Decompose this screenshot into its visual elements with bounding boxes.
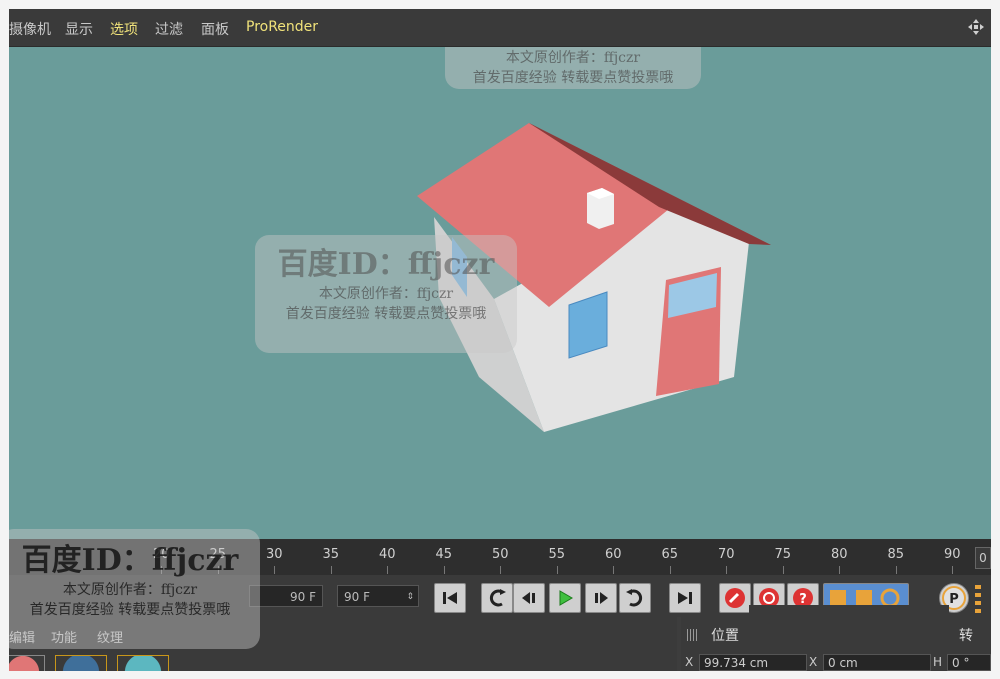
watermark-notice: 首发百度经验 转载要点赞投票哦 (285, 306, 487, 322)
timeline-tick-label: 90 (944, 547, 961, 562)
timeline-tick (500, 566, 501, 574)
timeline-tick-label: 80 (831, 547, 848, 562)
watermark-top: 本文原创作者：ffjczr 首发百度经验 转载要点赞投票哦 (445, 47, 701, 89)
menu-display[interactable]: 显示 (65, 19, 93, 39)
material-swatch[interactable] (55, 655, 107, 671)
watermark-notice: 首发百度经验 转载要点赞投票哦 (472, 70, 674, 86)
timeline-tick (330, 566, 332, 574)
timeline-tick (274, 566, 275, 574)
watermark-notice: 首发百度经验 转载要点赞投票哦 (29, 602, 231, 618)
timeline-tick-label: 55 (548, 547, 566, 562)
menu-panel[interactable]: 面板 (201, 19, 229, 39)
h-label: H (933, 655, 943, 669)
go-to-start-icon (443, 592, 457, 604)
menu-options[interactable]: 选项 (110, 19, 138, 39)
obscured-region (749, 605, 949, 645)
watermark-author: 本文原创作者：ffjczr (62, 582, 198, 598)
loop-back-icon (489, 589, 506, 607)
max-frame-value: 90 F (344, 590, 370, 604)
watermark-id: 百度ID：ffjczr (277, 247, 495, 282)
timeline-tick (782, 566, 784, 574)
menu-filter[interactable]: 过滤 (155, 19, 183, 39)
timeline-tick-label: 40 (379, 547, 396, 562)
timeline-tick-label: 60 (605, 547, 622, 562)
record-keys-button[interactable] (719, 583, 751, 613)
size-x-field[interactable]: 0 cm (823, 654, 931, 671)
timeline-tick (726, 566, 727, 574)
watermark-id: 百度ID：ffjczr (21, 543, 239, 578)
key-icon (725, 588, 745, 608)
go-to-end-button[interactable] (669, 583, 701, 613)
next-key-button[interactable] (619, 583, 651, 613)
svg-text:P: P (949, 592, 959, 607)
x-label: X (685, 655, 694, 669)
loop-forward-icon (626, 589, 643, 607)
cinema4d-window: 摄像机 显示 选项 过滤 面板 ProRender 百度ID：ffjczr 本文… (9, 9, 991, 671)
timeline-tick (556, 566, 558, 574)
rotation-h-field[interactable]: 0 ° (947, 654, 991, 671)
timeline-tick-label: 70 (718, 547, 735, 562)
stepper-icon[interactable]: ⇕ (406, 586, 414, 608)
position-x-field[interactable]: 99.734 cm (699, 654, 807, 671)
step-back-icon (522, 592, 535, 604)
watermark-author: 本文原创作者：ffjczr (505, 50, 641, 66)
material-swatch[interactable] (117, 655, 169, 671)
viewport-menubar: 摄像机 显示 选项 过滤 面板 ProRender (9, 9, 991, 47)
timeline-tick (443, 566, 445, 574)
timeline-tick-label: 65 (661, 547, 679, 562)
timeline-tick (839, 566, 840, 574)
next-frame-button[interactable] (585, 583, 617, 613)
go-to-start-button[interactable] (434, 583, 466, 613)
timeline-tick-label: 85 (887, 547, 905, 562)
timeline-tick (387, 566, 388, 574)
step-forward-icon (595, 592, 608, 604)
move-view-icon[interactable] (967, 18, 985, 36)
timeline-tick (669, 566, 671, 574)
prev-frame-button[interactable] (513, 583, 545, 613)
timeline-tick (613, 566, 614, 574)
grip-handle[interactable] (975, 585, 981, 613)
timeline-tick (952, 566, 953, 574)
prev-key-button[interactable] (481, 583, 513, 613)
rotation-header: 转 (959, 628, 973, 644)
range-end-field[interactable]: 90 F (249, 585, 323, 607)
material-swatch[interactable] (9, 655, 45, 671)
timeline-tick-label: 30 (266, 547, 283, 562)
timeline-tick-label: 75 (774, 547, 792, 562)
timeline-tick (895, 566, 897, 574)
menu-prorender[interactable]: ProRender (246, 19, 318, 35)
current-frame-field[interactable]: 0 (975, 547, 991, 569)
watermark-author: 本文原创作者：ffjczr (318, 286, 454, 302)
timeline-tick-label: 45 (435, 547, 453, 562)
watermark-bottom: 百度ID：ffjczr 本文原创作者：ffjczr 首发百度经验 转载要点赞投票… (9, 529, 260, 649)
max-frame-field[interactable]: 90 F ⇕ (337, 585, 419, 607)
x2-label: X (809, 655, 818, 669)
play-icon (559, 590, 573, 606)
timeline-tick-label: 50 (492, 547, 509, 562)
watermark-center: 百度ID：ffjczr 本文原创作者：ffjczr 首发百度经验 转载要点赞投票… (255, 235, 517, 353)
3d-viewport[interactable]: 百度ID：ffjczr 本文原创作者：ffjczr 首发百度经验 转载要点赞投票… (9, 47, 991, 539)
timeline-tick-label: 35 (322, 547, 340, 562)
position-header: 位置 (711, 628, 739, 644)
go-to-end-icon (678, 592, 692, 604)
play-button[interactable] (549, 583, 581, 613)
panel-grip-icon[interactable] (687, 629, 699, 641)
menu-camera[interactable]: 摄像机 (9, 19, 51, 39)
